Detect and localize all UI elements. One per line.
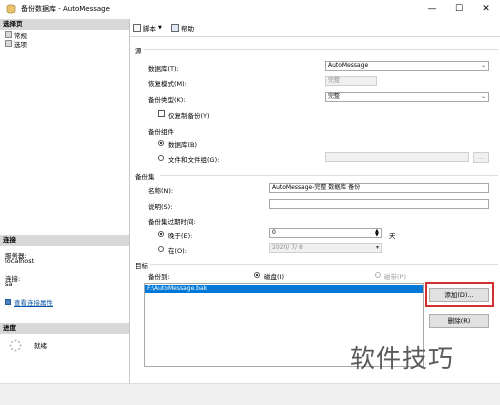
expire-after-label: 晚于(E): bbox=[168, 232, 193, 240]
files-filegroups-field bbox=[325, 152, 469, 162]
component-files-label: 文件和文件组(G): bbox=[168, 156, 220, 164]
backup-set-group-title: 备份集 bbox=[135, 173, 155, 181]
remove-button[interactable]: 删除(R) bbox=[429, 314, 489, 328]
window-title: 备份数据库 - AutoMessage bbox=[21, 5, 110, 13]
recovery-model-label: 恢复模式(M): bbox=[148, 80, 187, 88]
expire-after-radio[interactable] bbox=[158, 231, 164, 237]
group-divider bbox=[160, 175, 498, 176]
component-database-radio[interactable] bbox=[158, 140, 164, 146]
backup-name-label: 名称(N): bbox=[148, 187, 174, 195]
help-label: 帮助 bbox=[181, 24, 194, 33]
group-divider bbox=[144, 49, 498, 50]
recovery-model-value: 完整 bbox=[325, 76, 377, 86]
database-value: AutoMessage bbox=[328, 62, 369, 69]
tape-radio bbox=[375, 272, 381, 278]
backup-name-input[interactable]: AutoMessage-完整 数据库 备份 bbox=[269, 183, 489, 193]
properties-icon bbox=[5, 299, 11, 305]
chevron-down-icon: ▼ bbox=[158, 24, 162, 31]
days-stepper[interactable]: ▲ ▼ bbox=[375, 229, 379, 238]
progress-status: 就绪 bbox=[34, 342, 47, 350]
calendar-dropdown-icon: ▾ bbox=[375, 244, 379, 251]
component-files-radio[interactable] bbox=[158, 155, 164, 161]
backup-to-label: 备份到: bbox=[148, 273, 170, 281]
progress-header: 进度 bbox=[0, 323, 129, 334]
view-connection-properties-label: 查看连接属性 bbox=[14, 299, 53, 307]
group-divider bbox=[150, 264, 498, 265]
script-button[interactable]: 脚本 ▼ bbox=[133, 22, 162, 33]
description-label: 说明(S): bbox=[148, 203, 173, 211]
expire-on-radio[interactable] bbox=[158, 246, 164, 252]
toolbar: 脚本 ▼ 帮助 bbox=[130, 19, 500, 37]
copy-only-checkbox[interactable] bbox=[158, 110, 165, 117]
browse-files-button[interactable]: ... bbox=[473, 152, 489, 163]
backup-type-value: 完整 bbox=[328, 93, 341, 100]
chevron-down-icon: ⌄ bbox=[480, 93, 486, 100]
view-connection-properties-link[interactable]: 查看连接属性 bbox=[5, 297, 53, 307]
minimize-button[interactable]: — bbox=[425, 3, 439, 15]
backup-type-select[interactable]: 完整 ⌄ bbox=[325, 92, 489, 102]
close-button[interactable]: ✕ bbox=[479, 3, 493, 15]
status-bar bbox=[0, 383, 500, 405]
page-icon bbox=[5, 40, 12, 47]
script-label: 脚本 bbox=[143, 24, 156, 33]
backup-component-label: 备份组件 bbox=[148, 128, 174, 136]
expiration-label: 备份集过期时间: bbox=[148, 218, 196, 226]
nav-item-options[interactable]: 选项 bbox=[5, 39, 27, 49]
connection-header: 连接 bbox=[0, 235, 129, 246]
watermark-text: 软件技巧 bbox=[350, 344, 455, 373]
expire-days-input[interactable]: 0 bbox=[269, 228, 382, 238]
script-icon bbox=[133, 23, 141, 32]
connection-value: sa bbox=[5, 280, 13, 288]
help-button[interactable]: 帮助 bbox=[171, 22, 194, 33]
disk-label: 磁盘(I) bbox=[264, 273, 284, 281]
highlight-box bbox=[425, 282, 494, 307]
database-label: 数据库(T): bbox=[148, 65, 179, 73]
description-input[interactable] bbox=[269, 199, 489, 209]
progress-spinner-icon bbox=[9, 339, 22, 352]
days-unit-label: 天 bbox=[389, 232, 396, 240]
backup-type-label: 备份类型(K): bbox=[148, 96, 186, 104]
left-panel: 选择页 常规 选项 连接 服务器: localhost 连接: sa 查看连接属… bbox=[0, 19, 130, 383]
expire-on-label: 在(O): bbox=[168, 247, 187, 255]
component-database-label: 数据库(B) bbox=[168, 141, 198, 149]
server-value: localhost bbox=[5, 257, 35, 265]
page-icon bbox=[5, 31, 12, 38]
database-select[interactable]: AutoMessage ⌄ bbox=[325, 61, 489, 71]
database-icon bbox=[6, 4, 16, 14]
main-content: 源 数据库(T): AutoMessage ⌄ 恢复模式(M): 完整 备份类型… bbox=[130, 37, 500, 383]
tape-label: 磁带(P) bbox=[384, 273, 406, 281]
destination-group-title: 目标 bbox=[135, 262, 148, 270]
source-group-title: 源 bbox=[135, 47, 142, 55]
expire-date-value: 2020/ 7/ 8 bbox=[272, 244, 303, 251]
help-icon bbox=[171, 23, 179, 32]
maximize-button[interactable]: ☐ bbox=[452, 3, 466, 15]
nav-item-label: 选项 bbox=[14, 40, 27, 49]
select-page-header: 选择页 bbox=[0, 19, 129, 30]
copy-only-label: 仅复制备份(Y) bbox=[168, 112, 210, 120]
disk-radio[interactable] bbox=[254, 272, 260, 278]
chevron-down-icon: ⌄ bbox=[480, 62, 486, 69]
title-bar: 备份数据库 - AutoMessage — ☐ ✕ bbox=[0, 0, 500, 20]
expire-date-picker: 2020/ 7/ 8 ▾ bbox=[269, 243, 382, 253]
list-item[interactable]: F:\AutoMessage.bak bbox=[145, 285, 423, 293]
